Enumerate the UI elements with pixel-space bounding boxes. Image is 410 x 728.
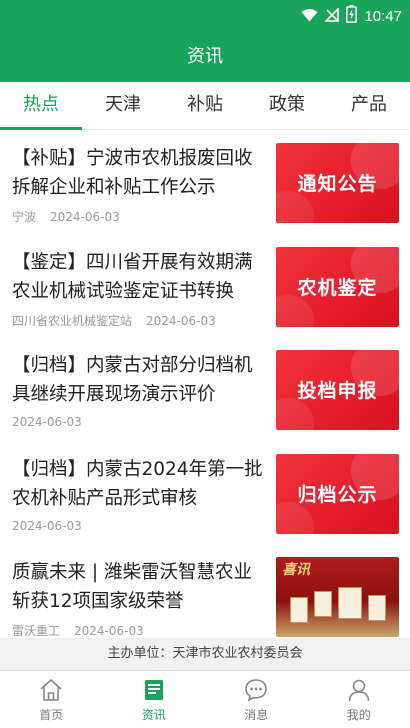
nav-home[interactable]: 首页 bbox=[0, 671, 103, 728]
news-thumbnail: 归档公示 bbox=[276, 453, 399, 534]
tab-policy[interactable]: 政策 bbox=[246, 82, 328, 129]
news-date: 2024-06-03 bbox=[50, 210, 120, 224]
bottom-nav: 首页 资讯 消息 我的 bbox=[0, 670, 410, 728]
page-title: 资讯 bbox=[187, 46, 223, 67]
title-bar: 资讯 bbox=[0, 30, 410, 82]
news-icon bbox=[141, 677, 167, 703]
tab-tianjin[interactable]: 天津 bbox=[82, 82, 164, 129]
nav-home-label: 首页 bbox=[39, 708, 64, 722]
news-source: 四川省农业机械鉴定站 bbox=[12, 313, 133, 328]
nav-profile[interactable]: 我的 bbox=[308, 671, 410, 728]
news-thumbnail: 投档申报 bbox=[276, 350, 399, 430]
certificate-image bbox=[314, 591, 332, 617]
thumbnail-label: 归档公示 bbox=[297, 483, 378, 506]
certificate-image bbox=[368, 595, 386, 621]
home-icon bbox=[38, 677, 64, 703]
news-source: 雷沃重工 bbox=[12, 624, 61, 638]
certificate-image bbox=[338, 587, 362, 619]
no-signal-icon bbox=[324, 6, 340, 26]
tab-hot[interactable]: 热点 bbox=[0, 82, 82, 130]
news-item[interactable]: 【补贴】宁波市农机报废回收拆解企业和补贴工作公示 宁波 2024-06-03 通知… bbox=[0, 130, 410, 234]
news-thumbnail: 喜讯 bbox=[276, 557, 399, 637]
nav-news[interactable]: 资讯 bbox=[103, 671, 206, 728]
news-date: 2024-06-03 bbox=[12, 415, 82, 429]
news-source: 宁波 bbox=[12, 210, 37, 224]
thumbnail-label: 投档申报 bbox=[297, 380, 378, 402]
news-feed[interactable]: 【补贴】宁波市农机报废回收拆解企业和补贴工作公示 宁波 2024-06-03 通知… bbox=[0, 130, 410, 638]
nav-messages[interactable]: 消息 bbox=[205, 671, 308, 728]
news-meta: 雷沃重工 2024-06-03 bbox=[12, 622, 144, 638]
news-meta: 2024-06-03 bbox=[12, 415, 82, 429]
news-date: 2024-06-03 bbox=[12, 518, 82, 533]
thumbnail-label: 农机鉴定 bbox=[297, 276, 378, 299]
news-date: 2024-06-03 bbox=[146, 313, 216, 328]
news-title: 质赢未来 | 潍柴雷沃智慧农业斩获12项国家级荣誉 bbox=[12, 562, 252, 612]
news-item[interactable]: 【归档】内蒙古对部分归档机具继续开展现场演示评价 2024-06-03 投档申报 bbox=[0, 337, 410, 441]
nav-news-label: 资讯 bbox=[141, 708, 166, 722]
news-title: 【归档】内蒙古对部分归档机具继续开展现场演示评价 bbox=[12, 355, 253, 405]
profile-icon bbox=[346, 677, 372, 703]
status-time: 10:47 bbox=[364, 7, 402, 25]
thumbnail-label: 通知公告 bbox=[297, 173, 378, 195]
news-item[interactable]: 【归档】内蒙古2024年第一批农机补贴产品形式审核 2024-06-03 归档公… bbox=[0, 441, 410, 545]
status-bar: 10:47 bbox=[0, 0, 410, 30]
message-icon bbox=[243, 677, 269, 703]
news-meta: 宁波 2024-06-03 bbox=[12, 208, 120, 225]
thumbnail-label: 喜讯 bbox=[282, 562, 310, 578]
tab-products[interactable]: 产品 bbox=[328, 82, 410, 129]
news-thumbnail: 通知公告 bbox=[276, 143, 399, 223]
category-tabs: 热点 天津 补贴 政策 产品 bbox=[0, 82, 410, 130]
news-title: 【归档】内蒙古2024年第一批农机补贴产品形式审核 bbox=[12, 458, 263, 509]
nav-messages-label: 消息 bbox=[244, 708, 269, 722]
news-title: 【鉴定】四川省开展有效期满农业机械试验鉴定证书转换 bbox=[12, 251, 253, 302]
wifi-icon bbox=[301, 7, 318, 26]
news-thumbnail: 农机鉴定 bbox=[276, 246, 399, 327]
tab-subsidy[interactable]: 补贴 bbox=[164, 82, 246, 129]
news-meta: 四川省农业机械鉴定站 2024-06-03 bbox=[12, 312, 216, 329]
news-meta: 2024-06-03 bbox=[12, 519, 82, 533]
news-item[interactable]: 质赢未来 | 潍柴雷沃智慧农业斩获12项国家级荣誉 雷沃重工 2024-06-03… bbox=[0, 544, 410, 638]
news-item[interactable]: 【鉴定】四川省开展有效期满农业机械试验鉴定证书转换 四川省农业机械鉴定站 2024… bbox=[0, 234, 410, 338]
news-date: 2024-06-03 bbox=[74, 624, 144, 638]
certificate-image bbox=[290, 597, 308, 623]
nav-profile-label: 我的 bbox=[346, 708, 371, 722]
news-title: 【补贴】宁波市农机报废回收拆解企业和补贴工作公示 bbox=[12, 148, 253, 198]
sponsor-note: 主办单位：天津市农业农村委员会 bbox=[0, 638, 410, 670]
battery-charging-icon bbox=[346, 5, 358, 27]
